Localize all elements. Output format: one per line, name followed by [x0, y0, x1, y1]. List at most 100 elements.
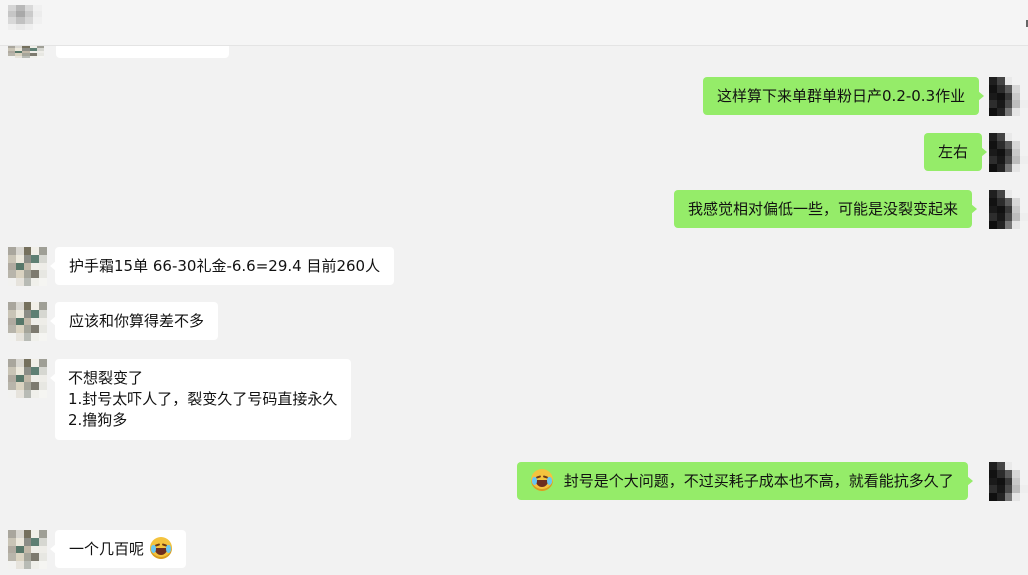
avatar-pixel: [31, 553, 40, 562]
avatar-pixel: [989, 164, 997, 172]
avatar-pixel: [996, 485, 1005, 494]
avatar-pixel: [8, 390, 16, 398]
avatar-pixel: [989, 197, 997, 206]
avatar-pixel: [31, 333, 40, 341]
avatar-pixel: [15, 254, 24, 263]
avatar-pixel: [1012, 205, 1021, 214]
avatar-pixel: [1004, 156, 1013, 165]
avatar-pixel: [996, 493, 1005, 501]
avatar-pixel: [1020, 100, 1028, 109]
avatar-pixel: [23, 254, 32, 263]
avatar-pixel: [8, 302, 16, 310]
avatar-pixel: [15, 309, 24, 318]
avatar-pixel: [15, 545, 24, 554]
blurred-avatar-image: [8, 247, 47, 286]
avatar-pixel: [1020, 164, 1028, 172]
avatar-pixel: [989, 100, 997, 109]
avatar-pixel: [996, 205, 1005, 214]
message-text: 我感觉相对偏低一些，可能是没裂变起来: [688, 200, 959, 218]
avatar-pixel: [15, 390, 24, 398]
rolling-laughing-emoji: [531, 469, 553, 491]
self-avatar[interactable]: [989, 77, 1028, 116]
avatar-pixel: [29, 55, 37, 58]
avatar-pixel: [1004, 108, 1013, 116]
avatar-pixel: [989, 133, 997, 141]
avatar-pixel: [1012, 469, 1021, 478]
avatar-pixel: [39, 359, 47, 367]
avatar-pixel: [1004, 462, 1013, 470]
avatar-pixel: [8, 309, 16, 318]
blurred-avatar-image: [8, 302, 47, 341]
avatar-pixel: [989, 77, 997, 85]
avatar-pixel: [1004, 190, 1013, 198]
avatar-pixel: [39, 553, 47, 562]
avatar-pixel: [39, 309, 47, 318]
avatar-pixel: [8, 254, 16, 263]
self-avatar[interactable]: [989, 133, 1028, 172]
self-avatar[interactable]: [989, 190, 1028, 229]
avatar-pixel: [15, 278, 24, 286]
message-text: 封号是个大问题，不过买耗子成本也不高，就看能抗多久了: [563, 472, 954, 490]
contact-avatar[interactable]: [8, 530, 47, 569]
avatar-pixel: [8, 55, 16, 58]
avatar-pixel: [1004, 100, 1013, 109]
avatar-pixel: [996, 469, 1005, 478]
avatar-pixel: [1004, 197, 1013, 206]
avatar-pixel: [1020, 84, 1028, 93]
avatar-pixel: [36, 55, 44, 58]
avatar-pixel: [31, 247, 40, 255]
avatar-pixel: [1004, 164, 1013, 172]
contact-avatar[interactable]: [8, 247, 47, 286]
avatar-pixel: [1004, 477, 1013, 486]
avatar-pixel: [31, 278, 40, 286]
avatar-pixel: [39, 530, 47, 538]
avatar-pixel: [15, 247, 24, 255]
self-avatar[interactable]: [989, 462, 1028, 501]
avatar-pixel: [8, 29, 17, 36]
avatar-pixel: [1012, 92, 1021, 101]
blurred-avatar-image: [989, 77, 1028, 116]
partial-contact-avatar[interactable]: [8, 46, 44, 58]
avatar-pixel: [996, 190, 1005, 198]
message-text: 这样算下来单群单粉日产0.2-0.3作业: [717, 87, 966, 105]
avatar-pixel: [15, 333, 24, 341]
avatar-pixel: [1004, 485, 1013, 494]
avatar-pixel: [989, 108, 997, 116]
avatar-pixel: [1012, 213, 1021, 222]
avatar-pixel: [23, 309, 32, 318]
avatar-pixel: [23, 374, 32, 383]
blurred-avatar-image: [8, 530, 47, 569]
message-text: 护手霜15单 66-30礼金-6.6=29.4 目前260人: [69, 257, 381, 275]
avatar-pixel: [996, 133, 1005, 141]
avatar-pixel: [39, 278, 47, 286]
avatar-pixel: [15, 302, 24, 310]
chat-header: [0, 0, 1028, 46]
avatar-pixel: [996, 213, 1005, 222]
avatar-pixel: [989, 84, 997, 93]
avatar-pixel: [1020, 205, 1028, 214]
avatar-pixel: [23, 390, 32, 398]
avatar-pixel: [31, 366, 40, 375]
avatar-pixel: [23, 278, 32, 286]
avatar-pixel: [8, 270, 16, 279]
avatar-pixel: [1012, 133, 1021, 141]
message-line: 1.封号太吓人了，裂变久了号码直接永久: [68, 390, 338, 408]
header-avatar[interactable]: [8, 5, 50, 36]
avatar-pixel: [8, 374, 16, 383]
avatar-pixel: [39, 302, 47, 310]
avatar-pixel: [23, 325, 32, 334]
avatar-pixel: [8, 262, 16, 271]
message-line: 不想裂变了: [68, 369, 144, 387]
blurred-avatar-image: [8, 46, 44, 58]
avatar-pixel: [39, 390, 47, 398]
contact-avatar[interactable]: [8, 302, 47, 341]
avatar-pixel: [8, 247, 16, 255]
avatar-pixel: [31, 530, 40, 538]
contact-avatar[interactable]: [8, 359, 47, 398]
blurred-avatar-image: [8, 359, 47, 398]
avatar-pixel: [989, 205, 997, 214]
avatar-pixel: [15, 359, 24, 367]
avatar-pixel: [1012, 84, 1021, 93]
avatar-pixel: [1020, 213, 1028, 222]
avatar-pixel: [989, 156, 997, 165]
